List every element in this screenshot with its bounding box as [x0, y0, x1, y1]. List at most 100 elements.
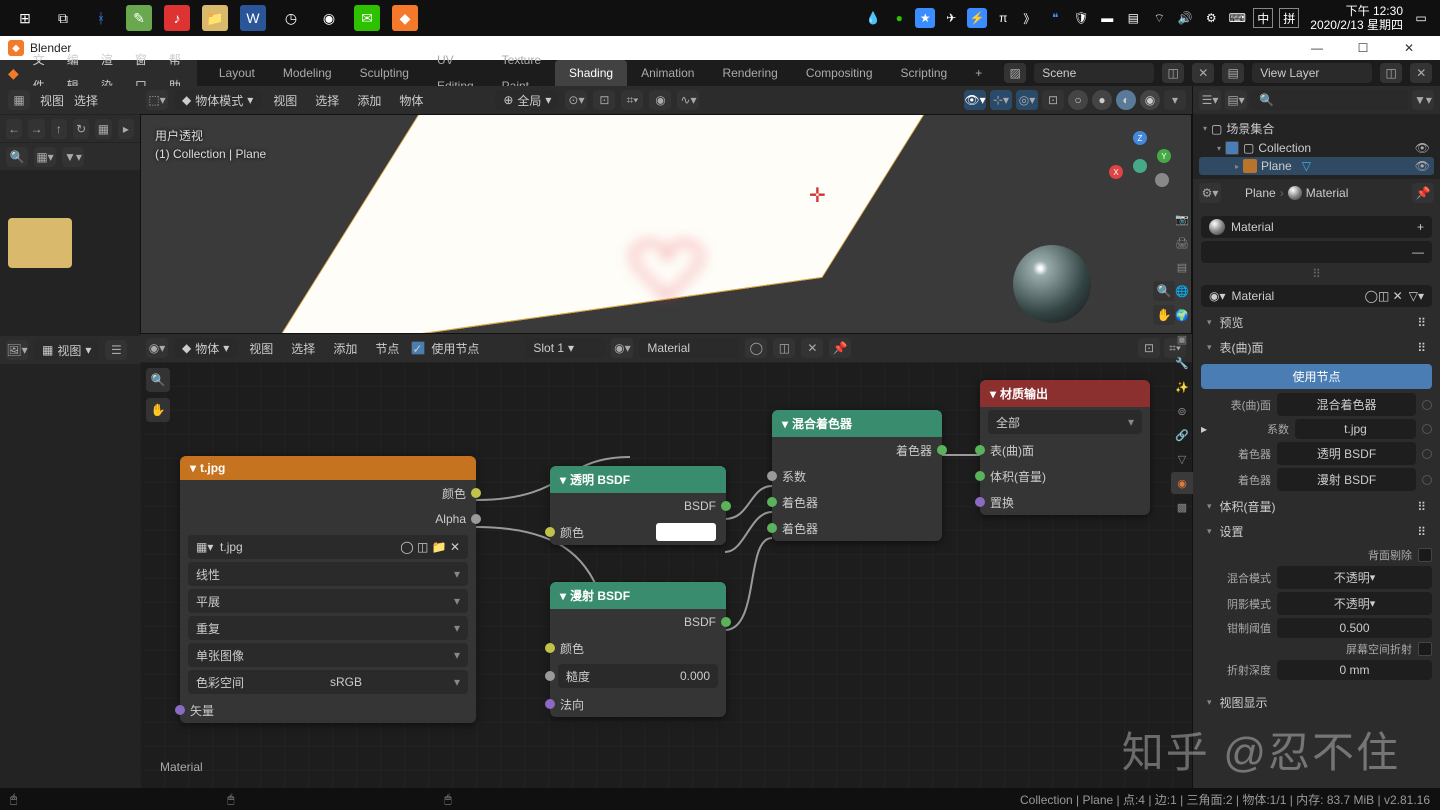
visibility-icon[interactable]: 👁▾	[964, 90, 986, 110]
tab-output[interactable]: 🖨	[1171, 232, 1193, 254]
image-file-field[interactable]: ▦▾ t.jpg ◯ ◫ 📁 ✕	[188, 535, 468, 559]
notifications-icon[interactable]: ▭	[1411, 8, 1431, 28]
backface-check[interactable]	[1418, 548, 1432, 562]
word-icon[interactable]: W	[240, 5, 266, 31]
prop-mode-icon[interactable]: ∿▾	[677, 90, 699, 110]
folder-icon[interactable]	[8, 218, 72, 268]
mat-icon[interactable]: ◉▾	[611, 338, 633, 358]
sys-icon[interactable]: ★	[915, 8, 935, 28]
mat-del-icon[interactable]: ✕	[801, 338, 823, 358]
bluetooth-icon[interactable]: ᚼ	[88, 5, 114, 31]
ne-pan-icon[interactable]: ✋	[146, 398, 170, 422]
vp-add[interactable]: 添加	[351, 92, 387, 109]
3d-viewport[interactable]: ♡ ✛ 用户透视 (1) Collection | Plane X Y Z 🔍 …	[140, 114, 1192, 334]
node-title[interactable]: ▾ 混合着色器	[772, 410, 942, 437]
wechat-icon[interactable]: ✉	[354, 5, 380, 31]
fb-editor-icon[interactable]: ▦	[8, 90, 30, 110]
scene-field[interactable]: Scene	[1034, 63, 1154, 83]
proj-select[interactable]: 平展	[188, 589, 468, 613]
sec-surface[interactable]: 表(曲)面⠿	[1201, 335, 1432, 360]
keyboard-icon[interactable]: ⌨	[1227, 8, 1247, 28]
properties-body[interactable]: Material + — ⠿ ◉▾Material ◯◫ ✕ ▽▾ 预览⠿ 表(…	[1193, 207, 1440, 788]
tab-shading[interactable]: Shading	[555, 60, 627, 86]
fwd-icon[interactable]: →	[28, 119, 44, 139]
outliner-scene-collection[interactable]: ▾▢ 场景集合	[1199, 118, 1434, 139]
clock[interactable]: 下午 12:30 2020/2/13 星期四	[1310, 4, 1403, 32]
shadow-val[interactable]: 不透明 ▾	[1277, 592, 1432, 615]
tab-viewlayer[interactable]: ▤	[1171, 256, 1193, 278]
ime-icon-2[interactable]: 拼	[1279, 8, 1299, 28]
sys-icon[interactable]: ✈	[941, 8, 961, 28]
ne-zoom-icon[interactable]: 🔍	[146, 368, 170, 392]
lookdev-icon[interactable]: ◐	[1116, 90, 1136, 110]
ne-editor-icon[interactable]: ◉▾	[146, 338, 168, 358]
outliner-editor-icon[interactable]: ☰▾	[1199, 90, 1221, 110]
tab-scripting[interactable]: Scripting	[887, 60, 962, 86]
mat-slot-minus[interactable]: —	[1201, 241, 1432, 263]
node-image-texture[interactable]: ▾ t.jpg 颜色 Alpha ▦▾ t.jpg ◯ ◫ 📁 ✕ 线性 平展 …	[180, 456, 476, 723]
fb-select[interactable]: 选择	[74, 92, 98, 109]
blend-val[interactable]: 不透明 ▾	[1277, 566, 1432, 589]
sec-settings[interactable]: 设置⠿	[1201, 519, 1432, 544]
clip-val[interactable]: 0.500	[1277, 618, 1432, 638]
mat-name-field[interactable]: ◉▾Material ◯◫ ✕ ▽▾	[1201, 285, 1432, 307]
clock-icon[interactable]: ◷	[278, 5, 304, 31]
pin-icon[interactable]: 📌	[1412, 183, 1434, 203]
expand-icon[interactable]: ▸	[118, 119, 134, 139]
cs-select[interactable]: 色彩空间sRGB	[188, 670, 468, 694]
tab-rendering[interactable]: Rendering	[708, 60, 791, 86]
wire-icon[interactable]: ○	[1068, 90, 1088, 110]
vp-object[interactable]: 物体	[393, 92, 429, 109]
node-title[interactable]: ▾ 透明 BSDF	[550, 466, 726, 493]
layer-del-icon[interactable]: ✕	[1410, 63, 1432, 83]
outliner-filter-icon[interactable]: ▼▾	[1412, 90, 1434, 110]
node-transparent-bsdf[interactable]: ▾ 透明 BSDF BSDF 颜色	[550, 466, 726, 545]
tab-render[interactable]: 📷	[1171, 208, 1193, 230]
netease-icon[interactable]: ♪	[164, 5, 190, 31]
snap-icon[interactable]: ⊡	[593, 90, 615, 110]
file-browser-body[interactable]	[0, 170, 140, 788]
use-nodes-button[interactable]: 使用节点	[1201, 364, 1432, 389]
node-diffuse-bsdf[interactable]: ▾ 漫射 BSDF BSDF 颜色 糙度0.000 法向	[550, 582, 726, 717]
refresh-icon[interactable]: ↻	[73, 119, 89, 139]
filter-icon[interactable]: ▼▾	[62, 147, 84, 167]
refr-val[interactable]: 0 mm	[1277, 660, 1432, 680]
sys-icon[interactable]: ⚡	[967, 8, 987, 28]
mat-pin-icon[interactable]: 📌	[829, 338, 851, 358]
sys-icon[interactable]: 💧	[863, 8, 883, 28]
ne-select[interactable]: 选择	[285, 340, 321, 357]
vp-view[interactable]: 视图	[267, 92, 303, 109]
shader1-val[interactable]: 透明 BSDF	[1277, 442, 1416, 465]
overlay-icon[interactable]: ◎▾	[1016, 90, 1038, 110]
task-view-icon[interactable]: ⧉	[50, 5, 76, 31]
layer-icon[interactable]: ▤	[1222, 63, 1244, 83]
mat-slot[interactable]: Material +	[1201, 216, 1432, 238]
pivot-icon[interactable]: ⊙▾	[565, 90, 587, 110]
wifi-icon[interactable]: ⌔	[1149, 8, 1169, 28]
use-nodes-check[interactable]: ✓	[411, 341, 425, 355]
sys-icon[interactable]: ❝	[1045, 8, 1065, 28]
close-button[interactable]: ✕	[1386, 36, 1432, 60]
img-mode[interactable]: ▦ 视图 ▾	[34, 340, 99, 360]
mode-select[interactable]: ◆ 物体模式 ▾	[174, 90, 261, 110]
in-color[interactable]: 颜色	[550, 519, 726, 545]
outliner-mode-icon[interactable]: ▤▾	[1225, 90, 1247, 110]
layer-new-icon[interactable]: ◫	[1380, 63, 1402, 83]
tab-data[interactable]: ▽	[1171, 448, 1193, 470]
scene-del-icon[interactable]: ✕	[1192, 63, 1214, 83]
tab-sculpting[interactable]: Sculpting	[346, 60, 423, 86]
chrome-icon[interactable]: ◉	[316, 5, 342, 31]
img-more-icon[interactable]: ☰	[105, 340, 127, 360]
blender-menu-icon[interactable]: ◆	[8, 65, 19, 82]
target-select[interactable]: 全部	[988, 410, 1142, 434]
ne-type-select[interactable]: ◆ 物体 ▾	[174, 338, 237, 358]
editor-type-icon[interactable]: ⬚▾	[146, 90, 168, 110]
node-mix-shader[interactable]: ▾ 混合着色器 着色器 系数 着色器 着色器	[772, 410, 942, 541]
ne-snap-icon[interactable]: ⊡	[1138, 338, 1160, 358]
viewlayer-field[interactable]: View Layer	[1252, 63, 1372, 83]
ne-add[interactable]: 添加	[327, 340, 363, 357]
display-icon[interactable]: ▦▾	[34, 147, 56, 167]
app-icon-1[interactable]: ✎	[126, 5, 152, 31]
outliner-plane[interactable]: ▸Plane▽👁	[1199, 157, 1434, 175]
fb-view[interactable]: 视图	[40, 92, 64, 109]
